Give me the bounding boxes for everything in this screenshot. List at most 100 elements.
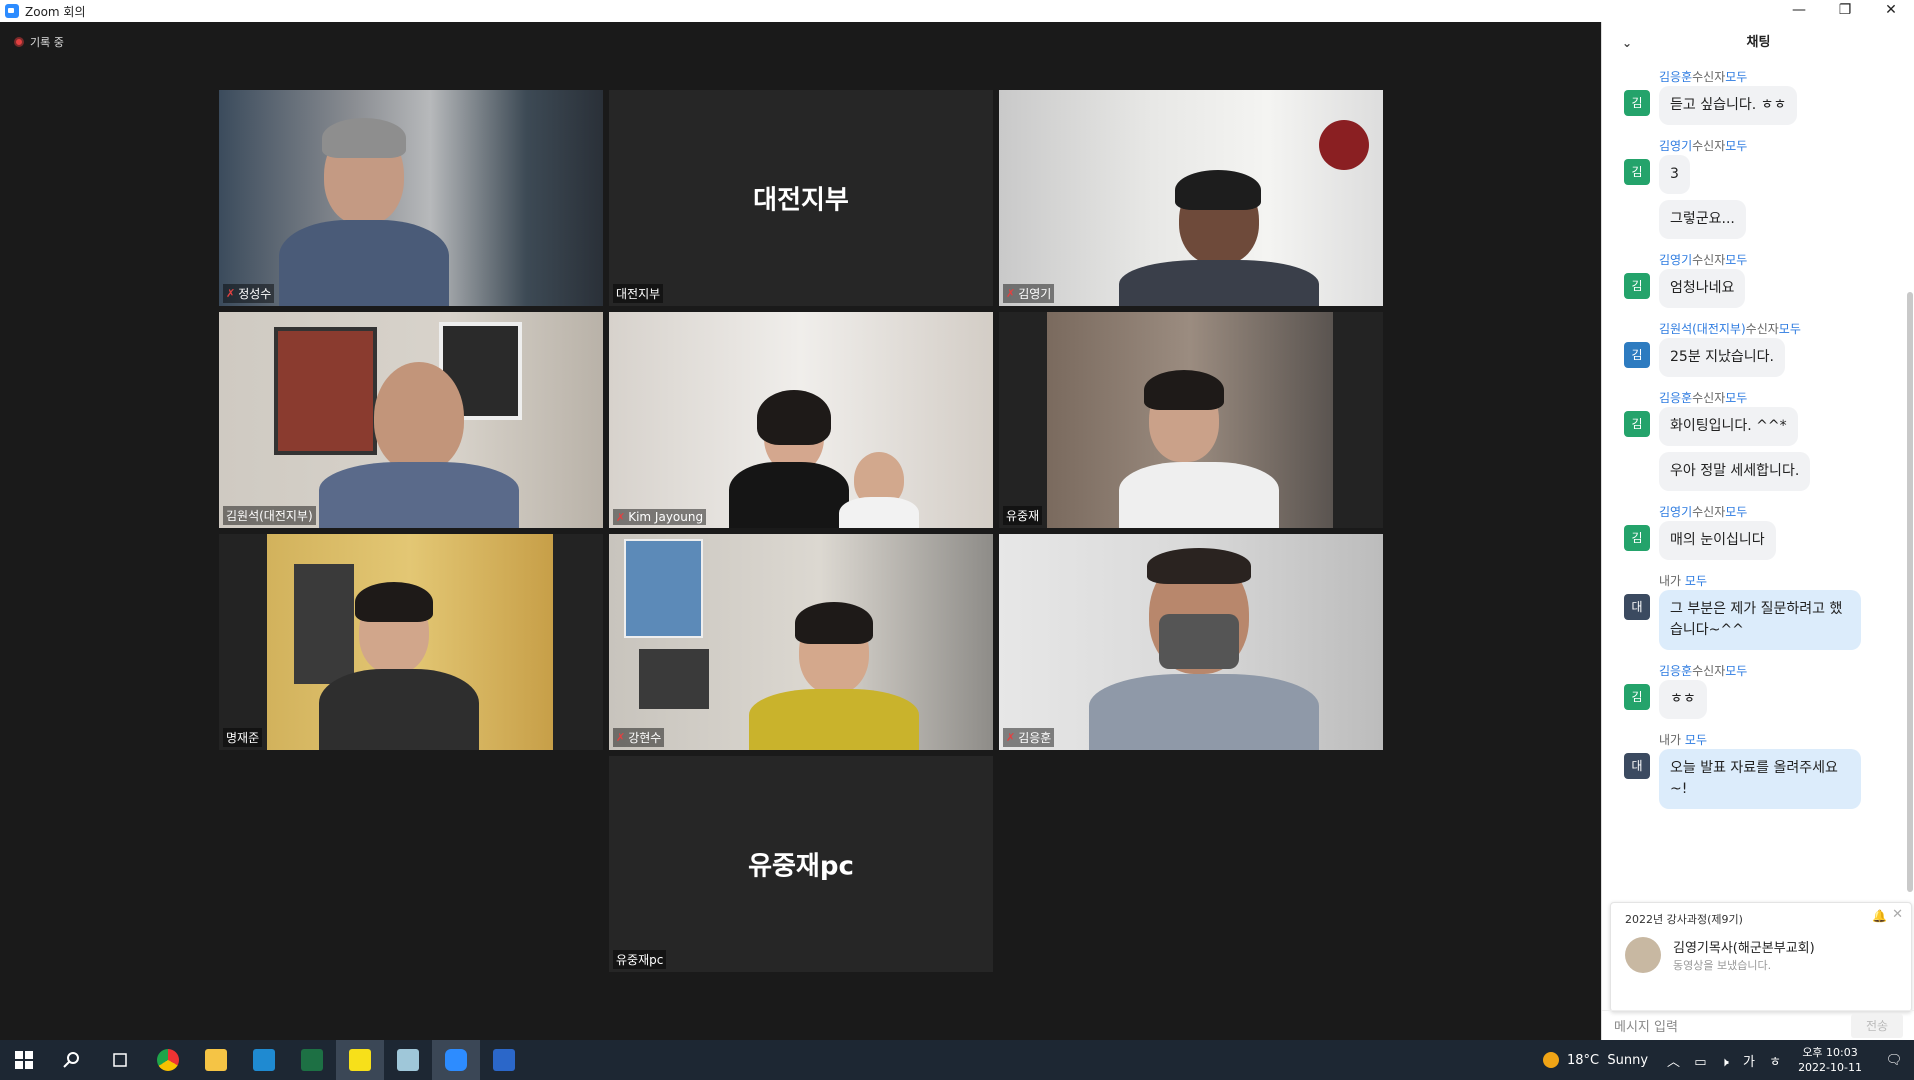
participant-name-label: ✗ 김영기	[1003, 284, 1055, 303]
clock[interactable]: 오후 10:03 2022-10-11	[1798, 1045, 1862, 1075]
file-notification[interactable]: 2022년 강사과정(제9기) 🔔 ✕ 김영기목사(해군본부교회) 동영상을 보…	[1610, 902, 1912, 1012]
weather-condition[interactable]: Sunny	[1607, 1053, 1648, 1068]
participant-name-label: ✗ 김응훈	[1003, 728, 1055, 747]
send-button[interactable]: 전송	[1851, 1014, 1903, 1038]
video-tile[interactable]: 유중재pc 유중재pc	[609, 756, 993, 972]
avatar: 김	[1624, 159, 1650, 185]
title-bar: Zoom 회의 — ❐ ✕	[0, 0, 1914, 22]
message-sender[interactable]: 김영기	[1659, 505, 1692, 519]
mic-muted-icon: ✗	[1006, 731, 1016, 744]
video-tile-active-speaker[interactable]: 유중재	[999, 312, 1383, 528]
avatar: 대	[1624, 753, 1650, 779]
chat-message: 김영기수신자모두 김 3 그렇군요...	[1602, 137, 1902, 245]
task-view-icon[interactable]	[96, 1040, 144, 1080]
store-icon[interactable]	[240, 1040, 288, 1080]
taskbar: 18°C Sunny ︿ ▭ 🕨 가 ㅎ 오후 10:03 2022-10-11…	[0, 1040, 1914, 1080]
video-tile[interactable]: ✗ 김응훈	[999, 534, 1383, 750]
minimize-button[interactable]: —	[1776, 0, 1822, 22]
message-bubble: 우아 정말 세세합니다.	[1659, 452, 1811, 491]
sun-icon	[1542, 1052, 1559, 1068]
video-feed	[219, 534, 603, 750]
participant-name-label: ✗ Kim Jayoung	[613, 509, 707, 525]
recording-label: 기록 중	[30, 36, 64, 49]
close-button[interactable]: ✕	[1868, 0, 1914, 22]
message-sender[interactable]: 김영기	[1659, 253, 1692, 267]
participant-name-label: 김원석(대전지부)	[223, 506, 316, 525]
keyboard-icon[interactable]: ㅎ	[1769, 1055, 1781, 1070]
mic-muted-icon: ✗	[616, 510, 626, 524]
record-icon	[14, 37, 24, 47]
notes-app-icon[interactable]	[384, 1040, 432, 1080]
message-sender[interactable]: 김영기	[1659, 139, 1692, 153]
chevron-up-icon[interactable]: ︿	[1667, 1055, 1680, 1070]
chat-message: 김원석(대전지부)수신자모두 김 25분 지났습니다.	[1602, 320, 1902, 383]
message-bubble: 그 부분은 제가 질문하려고 했습니다~^^	[1659, 590, 1861, 650]
chat-title: 채팅	[1746, 35, 1771, 50]
message-target[interactable]: 모두	[1725, 505, 1747, 519]
mic-muted-icon: ✗	[226, 287, 236, 300]
avatar: 김	[1624, 273, 1650, 299]
video-tile[interactable]: ✗ 김영기	[999, 90, 1383, 306]
ime-indicator[interactable]: 가	[1743, 1055, 1755, 1070]
message-target[interactable]: 모두	[1725, 139, 1747, 153]
notification-text: 동영상을 보냈습니다.	[1673, 959, 1772, 972]
message-target[interactable]: 모두	[1779, 322, 1801, 336]
participant-name-label: ✗ 정성수	[223, 284, 275, 303]
message-sender[interactable]: 김응훈	[1659, 391, 1692, 405]
chat-message: 김응훈수신자모두 김 듣고 싶습니다. ㅎㅎ	[1602, 68, 1902, 131]
recording-indicator[interactable]: 기록 중	[14, 34, 64, 50]
avatar: 대	[1624, 594, 1650, 620]
message-sender[interactable]: 김응훈	[1659, 664, 1692, 678]
video-tile[interactable]: ✗ Kim Jayoung	[609, 312, 993, 528]
message-bubble: 엄청나네요	[1659, 269, 1746, 308]
notification-title: 2022년 강사과정(제9기)	[1625, 913, 1743, 926]
video-tile[interactable]: ✗ 강현수	[609, 534, 993, 750]
chrome-icon[interactable]	[144, 1040, 192, 1080]
participant-name-label: 유중재	[1003, 506, 1043, 525]
weather-temp[interactable]: 18°C	[1567, 1053, 1599, 1068]
video-feed	[609, 312, 993, 528]
notification-center-icon[interactable]: 🗨	[1874, 1053, 1914, 1068]
participant-name-label: 유중재pc	[613, 950, 667, 969]
message-bubble: 그렇군요...	[1659, 200, 1746, 239]
message-bubble: 매의 눈이십니다	[1659, 521, 1776, 560]
chat-message: 김영기수신자모두 김 매의 눈이십니다	[1602, 503, 1902, 566]
restore-button[interactable]: ❐	[1822, 0, 1868, 22]
volume-muted-icon[interactable]: 🕨	[1721, 1055, 1729, 1070]
close-icon[interactable]: ✕	[1892, 907, 1903, 922]
video-tile[interactable]: ✗ 정성수	[219, 90, 603, 306]
chat-message: 김응훈수신자모두 김 화이팅입니다. ^^* 우아 정말 세세합니다.	[1602, 389, 1902, 497]
message-sender[interactable]: 김원석(대전지부)	[1659, 322, 1746, 336]
system-tray: 18°C Sunny ︿ ▭ 🕨 가 ㅎ 오후 10:03 2022-10-11…	[1542, 1040, 1914, 1080]
message-sender[interactable]: 김응훈	[1659, 70, 1692, 84]
file-explorer-icon[interactable]	[192, 1040, 240, 1080]
participant-name-label: 명재준	[223, 728, 263, 747]
message-target[interactable]: 모두	[1725, 664, 1747, 678]
message-target[interactable]: 모두	[1685, 574, 1707, 588]
chevron-down-icon[interactable]: ⌄	[1622, 22, 1632, 64]
message-bubble: ㅎㅎ	[1659, 680, 1707, 719]
message-target[interactable]: 모두	[1725, 70, 1747, 84]
message-bubble: 듣고 싶습니다. ㅎㅎ	[1659, 86, 1798, 125]
chat-message-list[interactable]: 김응훈수신자모두 김 듣고 싶습니다. ㅎㅎ 김영기수신자모두 김 3 그렇군요…	[1602, 68, 1902, 898]
zoom-taskbar-icon[interactable]	[432, 1040, 480, 1080]
participant-name-label: ✗ 강현수	[613, 728, 665, 747]
kakaotalk-icon[interactable]	[336, 1040, 384, 1080]
bell-icon[interactable]: 🔔	[1872, 909, 1887, 923]
video-tile[interactable]: 명재준	[219, 534, 603, 750]
message-target[interactable]: 모두	[1725, 253, 1747, 267]
chat-scrollbar[interactable]	[1907, 292, 1913, 892]
message-target[interactable]: 모두	[1725, 391, 1747, 405]
window-title: Zoom 회의	[25, 4, 86, 19]
message-target[interactable]: 모두	[1685, 733, 1707, 747]
excel-icon[interactable]	[288, 1040, 336, 1080]
chat-message-input[interactable]	[1612, 1015, 1836, 1039]
windows-start-icon[interactable]	[0, 1040, 48, 1080]
video-tile[interactable]: 대전지부 대전지부	[609, 90, 993, 306]
search-icon[interactable]	[48, 1040, 96, 1080]
network-icon[interactable]: ▭	[1694, 1055, 1706, 1070]
meeting-area: 기록 중 ✗ 정성수 대전지부 대전지부 ✗ 김영기 김원석(대전지부) ✗ K…	[0, 22, 1601, 1040]
video-tile[interactable]: 김원석(대전지부)	[219, 312, 603, 528]
photos-icon[interactable]	[480, 1040, 528, 1080]
chat-message: 김영기수신자모두 김 엄청나네요	[1602, 251, 1902, 314]
